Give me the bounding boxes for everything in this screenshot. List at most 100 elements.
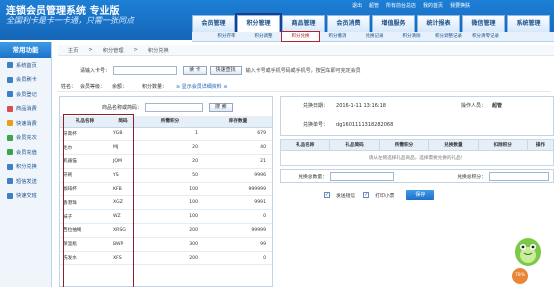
col-exchange-qty: 兑换数量: [428, 139, 479, 151]
product-points: 20: [136, 140, 204, 156]
product-points: 100: [136, 195, 204, 211]
product-points: 200: [136, 251, 204, 266]
tab-wechat[interactable]: 微信管理: [462, 15, 505, 32]
exchange-date-label: 兑换日期：: [303, 103, 329, 109]
card-number-input[interactable]: [113, 66, 177, 75]
product-points: 200: [136, 223, 204, 238]
main-tabs: 会员管理 积分管理 商品管理 会员消费 增值服务 统计报表 微信管理 系统管理: [192, 13, 552, 34]
product-stock: 0: [204, 209, 272, 225]
breadcrumb-points[interactable]: 积分管理: [103, 47, 124, 54]
sidebar-item[interactable]: 短信发送: [0, 174, 51, 189]
member-points-label: 积分数量：: [142, 84, 168, 90]
subnav-points-rate[interactable]: 积分存率: [208, 32, 245, 41]
sidebar-item[interactable]: 会员登记: [0, 87, 51, 102]
tab-points[interactable]: 积分管理: [235, 13, 282, 34]
card-number-label: 请输入卡号：: [79, 68, 110, 74]
exchange-header: 兑换日期： 2016-1-11 13:16:18 操作人员： 超管 兑换单号： …: [280, 96, 554, 136]
product-panel: 商品名称或简码： 搜 索 礼品名称 简码 所需积分 库存数量 牙膏杯 YGB 1 67…: [59, 96, 273, 287]
sidebar-item-label: 系统首页: [16, 62, 37, 69]
tab-products[interactable]: 商品管理: [282, 15, 325, 32]
change-skin-link[interactable]: 我要换肤: [450, 2, 470, 9]
store-name: 所有前台总店: [386, 3, 417, 9]
sidebar-item-label: 快速交班: [16, 193, 37, 200]
subnav-points-clear[interactable]: 积分清除: [393, 32, 430, 41]
sidebar-item[interactable]: 会员充次: [0, 131, 51, 146]
read-card-button[interactable]: 读 卡: [183, 66, 207, 75]
product-points: 50: [136, 168, 204, 183]
product-search-input[interactable]: [145, 102, 203, 112]
sidebar-item[interactable]: 快速消费: [0, 116, 51, 131]
sidebar-item-label: 会员充值: [16, 149, 37, 156]
member-info-row: 姓名： 会员等级： 余额： 积分数量： ≥ 显示会员详细资料 ≤: [58, 82, 550, 92]
subnav-points-exchange[interactable]: 积分兑换: [281, 31, 320, 42]
quick-find-button[interactable]: 快速查找: [209, 66, 242, 75]
sidebar-item-label: 快速消费: [16, 120, 37, 127]
exchange-order-row: 兑换单号： dg1601111318282068: [303, 121, 393, 129]
sidebar-item-label: 商品消费: [16, 106, 37, 113]
sidebar-item[interactable]: 积分兑换: [0, 160, 51, 175]
product-stock: 99999: [204, 223, 272, 238]
sidebar-title: 常用功能: [0, 42, 51, 58]
col-stock: 库存数量: [204, 116, 272, 128]
card-search-hint: 输入卡号或手机号码或手机号，按回车即可完定会员: [245, 68, 361, 74]
tab-consumption[interactable]: 会员消费: [327, 15, 370, 32]
tab-member[interactable]: 会员管理: [192, 15, 235, 32]
product-stock: 9996: [204, 168, 272, 183]
member-balance-label: 余额：: [112, 84, 128, 90]
breadcrumb-current: 积分兑换: [147, 47, 169, 54]
subnav-adjust-records[interactable]: 积分调整记录: [430, 32, 467, 41]
sidebar-item-label: 积分兑换: [16, 164, 37, 171]
sidebar-item[interactable]: 快速交班: [0, 189, 51, 204]
highlight-annotation: [63, 114, 134, 287]
sidebar-item[interactable]: 会员充值: [0, 145, 51, 160]
tab-system[interactable]: 系统管理: [507, 15, 550, 32]
sidebar-item-label: 会员充次: [16, 135, 37, 142]
subnav-points-adjust[interactable]: 积分调整: [245, 32, 282, 41]
total-points-label: 兑换总积分：: [457, 174, 486, 180]
cart-icon: [7, 105, 13, 112]
total-count-label: 兑换总数量：: [298, 174, 327, 180]
exchange-date-value: 2016-1-11 13:16:18: [336, 102, 386, 109]
card-search-row: 请输入卡号： 读 卡 快速查找 输入卡号或手机号码或手机号，按回车即可完定会员: [58, 64, 550, 77]
tab-reports[interactable]: 统计报表: [417, 15, 460, 32]
progress-badge[interactable]: 78%: [512, 268, 528, 284]
send-sms-checkbox[interactable]: ✓: [324, 192, 330, 198]
product-points: 100: [136, 182, 204, 197]
print-receipt-checkbox[interactable]: ✓: [363, 192, 370, 198]
home-icon: [7, 62, 13, 69]
sidebar-item[interactable]: 会员刷卡: [0, 73, 51, 88]
my-home-link[interactable]: 我的首页: [423, 2, 443, 9]
breadcrumb: 主页 > 积分管理 > 积分兑换: [58, 45, 554, 56]
product-points: 20: [136, 154, 204, 169]
member-detail-link[interactable]: ≥ 显示会员详细资料 ≤: [176, 83, 228, 90]
refresh-icon: [7, 134, 13, 141]
logout-link[interactable]: 退出: [352, 2, 362, 9]
sms-icon: [7, 178, 13, 185]
subnav-clear-records[interactable]: 积分清零记录: [467, 32, 504, 41]
product-stock: 99: [204, 237, 272, 252]
gift-icon: [7, 163, 13, 170]
sidebar-item-label: 会员刷卡: [16, 77, 37, 84]
col-deduct-points: 扣除积分: [477, 139, 528, 151]
col-action: 操作: [526, 139, 554, 151]
member-name-label: 姓名：: [60, 84, 76, 90]
subnav-points-revoke[interactable]: 积分撤消: [319, 32, 356, 41]
product-stock: 0: [204, 251, 272, 266]
sidebar-item[interactable]: 商品消费: [0, 102, 51, 117]
product-search-button[interactable]: 搜 索: [209, 102, 233, 112]
save-button[interactable]: 保存: [406, 190, 435, 200]
breadcrumb-home[interactable]: 主页: [68, 47, 78, 54]
tab-value-added[interactable]: 增值服务: [372, 15, 415, 32]
product-stock: 21: [204, 154, 272, 169]
coin-icon: [7, 149, 13, 156]
sidebar-item[interactable]: 系统首页: [0, 58, 51, 73]
current-user: 超管: [369, 3, 380, 9]
mascot-icon[interactable]: [512, 232, 544, 270]
product-points: 1: [136, 127, 204, 142]
exchange-options: ✓ 发送短信 ✓ 打印小票 保存: [324, 190, 435, 200]
subnav-exchange-records[interactable]: 兑换记录: [356, 32, 393, 41]
product-points: 100: [136, 209, 204, 225]
user-info-bar: 退出 超管 所有前台总店 我的首页 我要换肤: [352, 2, 470, 9]
product-stock: 9991: [204, 195, 272, 211]
brand-slogan: 全国利卡是卡一卡通，只需一张同点: [6, 16, 134, 25]
